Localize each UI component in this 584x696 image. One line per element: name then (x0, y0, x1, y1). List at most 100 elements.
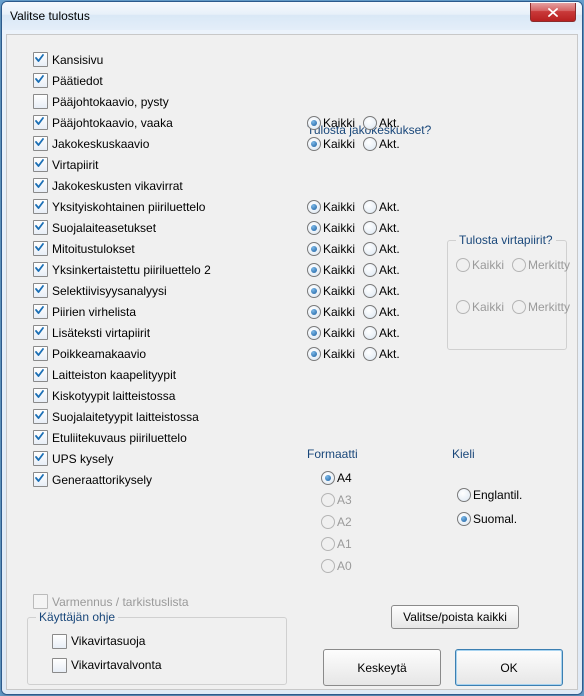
format-option-row: A4 (321, 467, 431, 489)
left-check-column: KansisivuPäätiedotPääjohtokaavio, pystyP… (33, 49, 283, 490)
window-title: Valitse tulostus (8, 9, 90, 23)
radio-row: KaikkiAkt. (307, 259, 406, 280)
checkbox[interactable] (33, 115, 48, 130)
checkbox-label: Kiskotyypit laitteistossa (52, 389, 175, 403)
toggle-all-button[interactable]: Valitse/poista kaikki (391, 605, 519, 629)
checkbox-label: Suojalaiteasetukset (52, 221, 156, 235)
language-column: Englantil. Suomal. (457, 483, 567, 531)
checkbox-label: Etuliitekuvaus piiriluettelo (52, 431, 187, 445)
checkbox[interactable] (33, 346, 48, 361)
radio-kaikki-label: Kaikki (323, 200, 355, 214)
checkbox[interactable] (33, 136, 48, 151)
checkbox[interactable] (33, 199, 48, 214)
ok-button[interactable]: OK (455, 649, 563, 686)
radio-akt[interactable] (363, 284, 377, 298)
radio-akt[interactable] (363, 221, 377, 235)
checkbox-label: Pääjohtokaavio, pysty (52, 95, 169, 109)
vikavirtavalvonta-label: Vikavirtavalvonta (71, 658, 162, 672)
radio-kaikki[interactable] (307, 263, 321, 277)
check-row: Yksinkertaistettu piiriluettelo 2 (33, 259, 283, 280)
checkbox-label: Mitoitustulokset (52, 242, 135, 256)
radio-kaikki[interactable] (307, 347, 321, 361)
checkbox[interactable] (33, 472, 48, 487)
radio-row: KaikkiAkt. (307, 112, 406, 133)
radio-kaikki-label: Kaikki (323, 137, 355, 151)
radio-kaikki[interactable] (307, 242, 321, 256)
language-english-label: Englantil. (473, 488, 522, 502)
checkbox[interactable] (33, 430, 48, 445)
format-label: A0 (337, 559, 352, 573)
virtapiirit-title: Tulosta virtapiirit? (456, 233, 556, 247)
radio-kaikki[interactable] (307, 221, 321, 235)
check-row: Selektiivisyysanalyysi (33, 280, 283, 301)
checkbox-label: Virtapiirit (52, 158, 98, 172)
check-row: Lisäteksti virtapiirit (33, 322, 283, 343)
checkbox[interactable] (33, 262, 48, 277)
virtapiirit-marked-label: Merkitty (528, 258, 570, 272)
radio-kaikki[interactable] (307, 116, 321, 130)
checkbox[interactable] (33, 325, 48, 340)
format-option-row: A1 (321, 533, 431, 555)
radio-kaikki[interactable] (307, 200, 321, 214)
checkbox[interactable] (33, 241, 48, 256)
language-english-radio[interactable] (457, 488, 471, 502)
radio-row: Kaikki Akt. (307, 196, 406, 217)
radio-kaikki-label: Kaikki (323, 347, 355, 361)
checkbox[interactable] (33, 220, 48, 235)
radio-akt[interactable] (363, 326, 377, 340)
checkbox[interactable] (33, 52, 48, 67)
format-label: A3 (337, 493, 352, 507)
radio-akt[interactable] (363, 263, 377, 277)
cancel-button[interactable]: Keskeytä (323, 649, 441, 686)
vikavirtavalvonta-checkbox[interactable] (52, 658, 67, 673)
radio-akt-label: Akt. (379, 263, 400, 277)
checkbox[interactable] (33, 451, 48, 466)
varmennus-label: Varmennus / tarkistuslista (52, 595, 189, 609)
user-guide-title: Käyttäjän ohje (36, 610, 118, 624)
vikavirtasuoja-label: Vikavirtasuoja (71, 634, 145, 648)
radio-akt[interactable] (363, 116, 377, 130)
checkbox-label: Päätiedot (52, 74, 103, 88)
virtapiirit-all-radio-2 (456, 300, 470, 314)
checkbox[interactable] (33, 409, 48, 424)
format-radio[interactable] (321, 471, 335, 485)
radio-akt[interactable] (363, 305, 377, 319)
check-row: Suojalaiteasetukset (33, 217, 283, 238)
radio-row: KaikkiAkt. (307, 343, 406, 364)
radio-akt-label: Akt. (379, 305, 400, 319)
radio-kaikki[interactable] (307, 137, 321, 151)
main-panel: KansisivuPäätiedotPääjohtokaavio, pystyP… (6, 34, 578, 690)
toggle-all-label: Valitse/poista kaikki (403, 610, 507, 624)
radio-akt[interactable] (363, 200, 377, 214)
close-icon (548, 8, 558, 17)
checkbox[interactable] (33, 157, 48, 172)
check-row: Jakokeskuskaavio (33, 133, 283, 154)
checkbox[interactable] (33, 388, 48, 403)
close-button[interactable] (530, 3, 576, 22)
virtapiirit-all-radio-1 (456, 258, 470, 272)
radio-kaikki-label: Kaikki (323, 326, 355, 340)
format-label: A2 (337, 515, 352, 529)
vikavirtasuoja-checkbox[interactable] (52, 634, 67, 649)
jakokeskukset-column: Kaikki Akt. Kaikki Akt. Kaikki Akt. Kaikki Akt.… (307, 145, 437, 405)
checkbox-label: Lisäteksti virtapiirit (52, 326, 150, 340)
checkbox[interactable] (33, 304, 48, 319)
format-column: A4 A3 A2 A1 A0 (321, 467, 431, 577)
radio-akt-label: Akt. (379, 242, 400, 256)
language-finnish-radio[interactable] (457, 512, 471, 526)
radio-kaikki[interactable] (307, 305, 321, 319)
radio-akt[interactable] (363, 137, 377, 151)
format-option-row: A2 (321, 511, 431, 533)
radio-kaikki[interactable] (307, 326, 321, 340)
checkbox[interactable] (33, 283, 48, 298)
radio-kaikki-label: Kaikki (323, 221, 355, 235)
checkbox[interactable] (33, 367, 48, 382)
radio-akt-label: Akt. (379, 200, 400, 214)
radio-akt[interactable] (363, 347, 377, 361)
radio-akt-label: Akt. (379, 284, 400, 298)
checkbox[interactable] (33, 178, 48, 193)
radio-akt[interactable] (363, 242, 377, 256)
radio-kaikki[interactable] (307, 284, 321, 298)
checkbox[interactable] (33, 73, 48, 88)
checkbox[interactable] (33, 94, 48, 109)
